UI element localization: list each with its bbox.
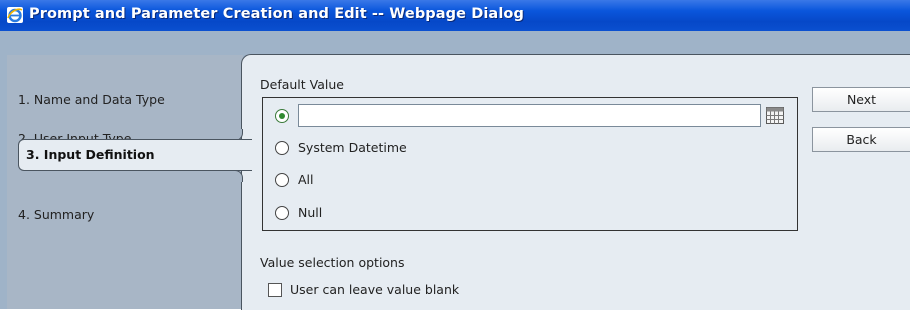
default-value-input[interactable] (298, 104, 761, 127)
value-selection-options-label: Value selection options (260, 255, 405, 270)
null-radio[interactable] (275, 206, 289, 220)
system-datetime-label: System Datetime (298, 140, 407, 155)
window-title: Prompt and Parameter Creation and Edit -… (29, 6, 524, 22)
title-bar: Prompt and Parameter Creation and Edit -… (0, 0, 910, 32)
custom-value-radio[interactable] (275, 109, 289, 123)
all-radio[interactable] (275, 173, 289, 187)
default-value-label: Default Value (260, 77, 344, 92)
null-label: Null (298, 205, 323, 220)
step-name-and-data-type[interactable]: 1. Name and Data Type (18, 92, 165, 107)
internet-explorer-icon (7, 7, 23, 23)
step-summary[interactable]: 4. Summary (18, 207, 94, 222)
calendar-icon[interactable] (766, 107, 784, 124)
back-button[interactable]: Back (812, 127, 910, 152)
allow-blank-checkbox[interactable] (268, 283, 282, 297)
allow-blank-label: User can leave value blank (290, 282, 460, 297)
system-datetime-radio[interactable] (275, 141, 289, 155)
next-button[interactable]: Next (812, 87, 910, 112)
all-label: All (298, 172, 314, 187)
step-input-definition[interactable]: 3. Input Definition (18, 139, 252, 171)
step-input-definition-label: 3. Input Definition (26, 147, 155, 162)
